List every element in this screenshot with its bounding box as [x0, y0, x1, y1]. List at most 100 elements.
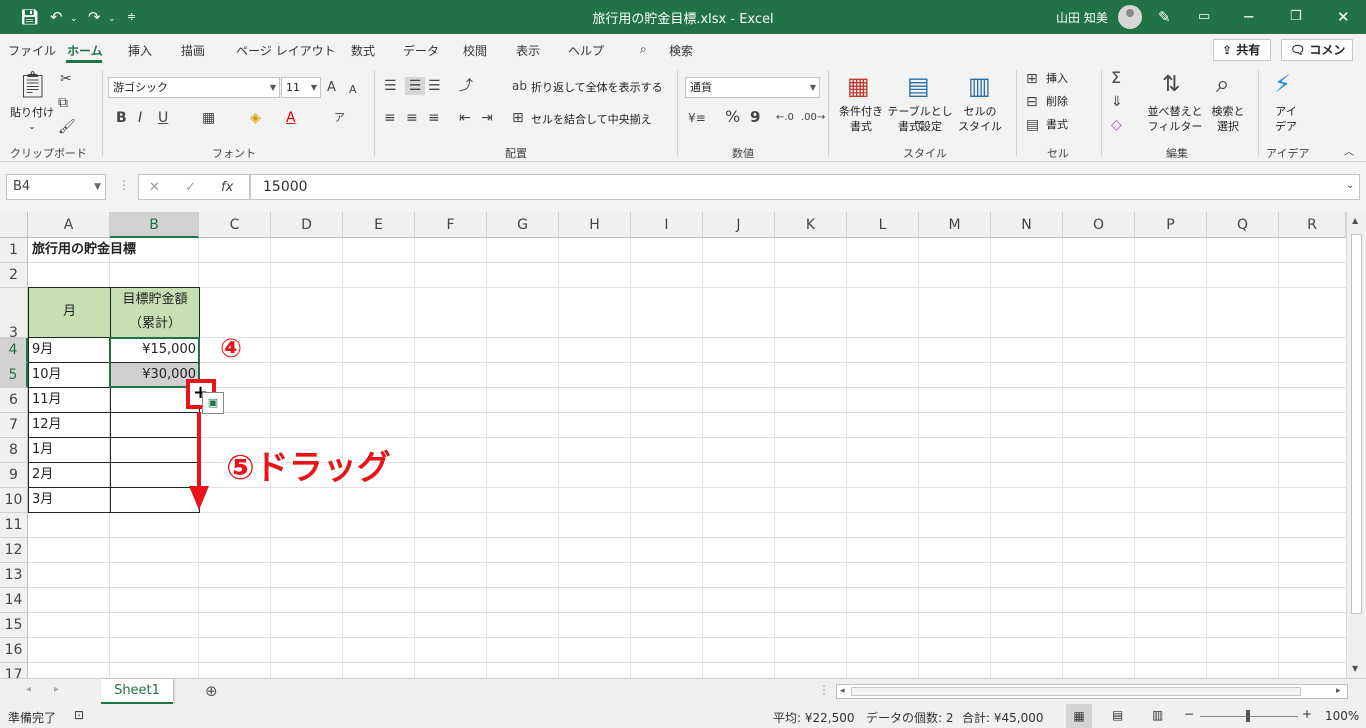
comment-button[interactable]: 🗨︎ コメント	[1281, 39, 1353, 77]
cell-a3[interactable]: 月	[29, 300, 110, 324]
vertical-scroll-thumb[interactable]	[1351, 234, 1362, 614]
next-sheet-icon[interactable]: ▸	[54, 684, 59, 695]
column-header-g[interactable]: G	[487, 212, 559, 238]
insert-function-icon[interactable]: fx	[221, 180, 233, 195]
zoom-level[interactable]: 100%	[1325, 709, 1359, 723]
cell-a1[interactable]: 旅行用の貯金目標	[32, 238, 136, 262]
border-icon[interactable]: ▦	[202, 109, 215, 127]
minimize-icon[interactable]: ─	[1244, 7, 1253, 27]
autofill-options-icon[interactable]: ▣	[202, 392, 224, 414]
column-header-o[interactable]: O	[1063, 212, 1135, 238]
row-header-7[interactable]: 7	[0, 413, 28, 438]
tab-insert[interactable]: 挿入	[128, 42, 152, 59]
sort-filter-icon[interactable]: ⇅	[1162, 72, 1180, 98]
find-select-icon[interactable]: ⌕	[1216, 70, 1229, 98]
enter-icon[interactable]: ✓	[185, 180, 196, 195]
ideas-icon[interactable]: ⚡	[1274, 70, 1291, 98]
prev-sheet-icon[interactable]: ◂	[26, 684, 31, 695]
search-icon[interactable]: ⌕	[640, 42, 647, 57]
row-header-9[interactable]: 9	[0, 463, 28, 488]
increase-indent-icon[interactable]: ⇥	[481, 109, 493, 127]
column-header-h[interactable]: H	[559, 212, 631, 238]
restore-icon[interactable]: ❐	[1290, 7, 1302, 27]
worksheet-grid[interactable]: ABCDEFGHIJKLMNOPQR 1 2 3 4 5 6 7 8 9 10 11 12 13 14 15…	[0, 212, 1366, 678]
search-label[interactable]: 検索	[669, 42, 693, 59]
tab-formulas[interactable]: 数式	[351, 42, 375, 59]
row-header-3[interactable]: 3	[0, 288, 28, 341]
user-name[interactable]: 山田 知美	[1056, 9, 1108, 26]
tab-help[interactable]: ヘルプ	[568, 42, 604, 59]
copy-icon[interactable]: ⧉	[58, 94, 68, 112]
sort-filter-line1[interactable]: 並べ替えと	[1146, 105, 1204, 119]
share-button[interactable]: ⇪ 共有	[1213, 39, 1271, 61]
cell-b3-line1[interactable]: 目標貯金額	[111, 288, 199, 312]
column-header-b[interactable]: B	[110, 212, 199, 238]
expand-formula-icon[interactable]: ⌄	[1346, 180, 1354, 191]
font-size-combo[interactable]: 11 ▼	[281, 77, 321, 98]
scroll-up-icon[interactable]: ▲	[1352, 216, 1358, 225]
fill-color-icon[interactable]: ◈	[250, 109, 261, 127]
column-header-a[interactable]: A	[28, 212, 110, 238]
wrap-text-button[interactable]: 折り返して全体を表示する	[531, 81, 663, 95]
row-header-10[interactable]: 10	[0, 488, 28, 513]
zoom-slider-thumb[interactable]	[1246, 710, 1250, 722]
decrease-indent-icon[interactable]: ⇤	[459, 109, 471, 127]
column-header-d[interactable]: D	[271, 212, 343, 238]
align-left-icon[interactable]: ≡	[384, 109, 396, 127]
cell-a5[interactable]: 10月	[32, 363, 62, 387]
conditional-format-line1[interactable]: 条件付き	[836, 105, 886, 119]
column-header-e[interactable]: E	[343, 212, 415, 238]
scroll-left-icon[interactable]: ◂	[840, 685, 845, 698]
wrap-text-icon[interactable]: ab	[512, 77, 527, 95]
page-layout-view-icon[interactable]: ▤	[1112, 708, 1123, 722]
format-cells-button[interactable]: 書式	[1046, 118, 1068, 132]
orientation-icon[interactable]: ⤴	[459, 77, 473, 95]
pen-icon[interactable]: ✎	[1158, 7, 1171, 27]
insert-cells-icon[interactable]: ⊞	[1026, 70, 1038, 88]
delete-cells-icon[interactable]: ⊟	[1026, 93, 1038, 111]
formula-input[interactable]: 15000	[250, 174, 1360, 200]
paste-button[interactable]: 貼り付け	[9, 106, 55, 120]
horizontal-scrollbar[interactable]: ◂ ▸	[836, 684, 1348, 699]
italic-button[interactable]: I	[138, 109, 142, 127]
cancel-icon[interactable]: ✕	[149, 180, 160, 195]
row-header-8[interactable]: 8	[0, 438, 28, 463]
align-right-icon[interactable]: ≡	[428, 109, 440, 127]
row-header-11[interactable]: 11	[0, 513, 28, 538]
column-header-q[interactable]: Q	[1207, 212, 1279, 238]
grow-font-icon[interactable]: A	[327, 79, 336, 97]
comma-button[interactable]: 9	[750, 108, 760, 126]
underline-button[interactable]: U	[158, 109, 168, 127]
conditional-format-icon[interactable]: ▦	[847, 72, 870, 100]
row-header-15[interactable]: 15	[0, 613, 28, 638]
cell-styles-line1[interactable]: セルの	[954, 105, 1006, 119]
tab-home[interactable]: ホーム	[67, 42, 103, 59]
row-header-17[interactable]: 17	[0, 663, 28, 678]
cell-b5[interactable]: ¥30,000	[111, 363, 196, 387]
zoom-in-icon[interactable]: +	[1302, 707, 1312, 721]
zoom-out-icon[interactable]: −	[1184, 707, 1194, 721]
find-select-line2[interactable]: 選択	[1204, 120, 1252, 134]
cell-a7[interactable]: 12月	[32, 413, 62, 437]
cell-a8[interactable]: 1月	[32, 438, 53, 462]
row-header-1[interactable]: 1	[0, 238, 28, 263]
splitter-icon[interactable]: ⋮	[818, 683, 830, 697]
scroll-down-icon[interactable]: ▼	[1352, 664, 1358, 673]
format-as-table-line2[interactable]: 書式設定	[886, 120, 954, 134]
percent-button[interactable]: %	[725, 108, 740, 126]
cell-b4[interactable]: ¥15,000	[111, 338, 196, 362]
column-header-p[interactable]: P	[1135, 212, 1207, 238]
align-center-icon[interactable]: ≡	[406, 109, 418, 127]
cell-styles-line2[interactable]: スタイル	[954, 120, 1006, 134]
font-color-icon[interactable]: A	[286, 109, 296, 127]
currency-icon[interactable]: ¥≡	[688, 109, 706, 127]
horizontal-scroll-thumb[interactable]	[851, 687, 1301, 696]
select-all-corner[interactable]	[0, 212, 28, 238]
sheet-tab-sheet1[interactable]: Sheet1	[101, 679, 173, 704]
tab-view[interactable]: 表示	[516, 42, 540, 59]
add-sheet-icon[interactable]: ⊕	[205, 682, 218, 700]
ideas-line1[interactable]: アイ	[1266, 105, 1306, 119]
row-header-16[interactable]: 16	[0, 638, 28, 663]
cell-styles-icon[interactable]: ▥	[968, 72, 991, 100]
paste-dropdown-icon[interactable]: ⌄	[22, 120, 42, 134]
